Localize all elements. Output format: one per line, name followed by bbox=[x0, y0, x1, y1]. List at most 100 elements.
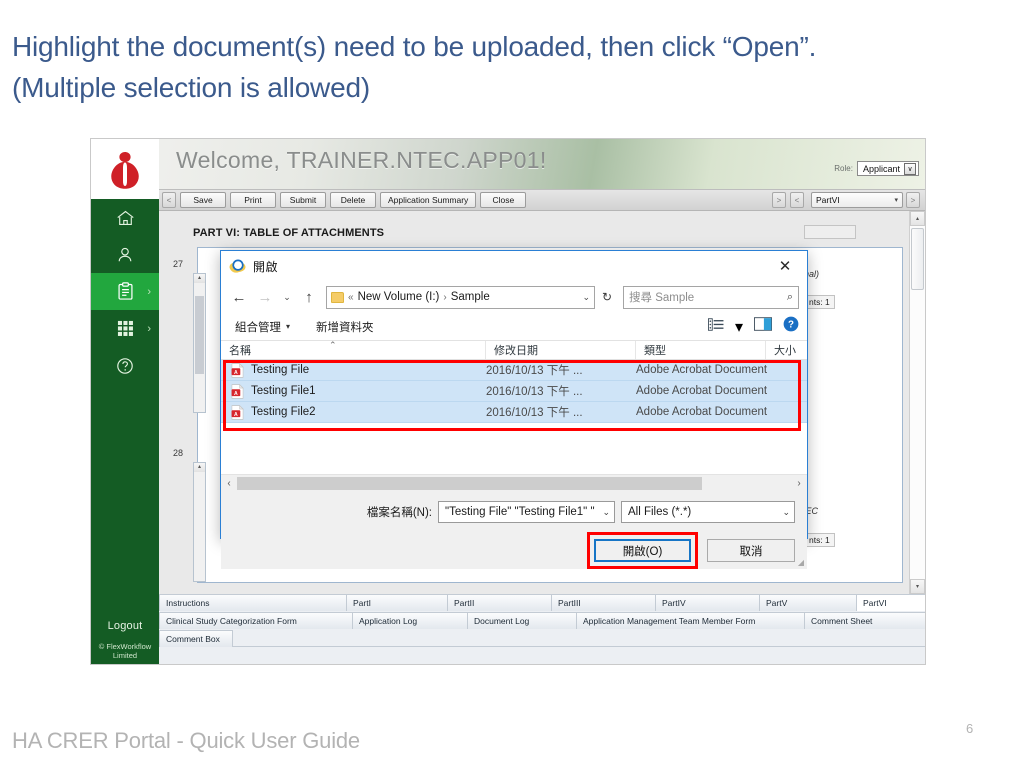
chevron-down-icon[interactable]: ⌄ bbox=[582, 292, 590, 303]
file-date-cell: 2016/10/13 下午 ... bbox=[486, 365, 583, 377]
tab-instructions[interactable]: Instructions bbox=[159, 594, 347, 611]
submit-button[interactable]: Submit bbox=[280, 192, 326, 208]
scroll-thumb[interactable] bbox=[237, 476, 703, 490]
tab-part4[interactable]: PartIV bbox=[655, 594, 760, 611]
chevron-down-icon[interactable]: ▾ bbox=[735, 317, 743, 337]
close-icon[interactable]: ✕ bbox=[763, 251, 807, 281]
scroll-up-arrow[interactable]: ▴ bbox=[194, 274, 205, 283]
sidebar-item-help[interactable] bbox=[91, 347, 159, 384]
print-button[interactable]: Print bbox=[230, 192, 276, 208]
scroll-thumb[interactable] bbox=[195, 296, 204, 374]
file-row[interactable]: A Testing File1 2016/10/13 下午 ... Adobe … bbox=[221, 381, 807, 402]
tab-application-management-team-member-form[interactable]: Application Management Team Member Form bbox=[576, 612, 805, 629]
save-button[interactable]: Save bbox=[180, 192, 226, 208]
dialog-title-bar: 開啟 ✕ bbox=[221, 251, 807, 281]
search-input[interactable]: 搜尋 Sample ⌕ bbox=[623, 285, 799, 309]
breadcrumb-folder[interactable]: Sample bbox=[451, 291, 490, 303]
filename-input[interactable]: "Testing File" "Testing File1" " ⌄ bbox=[438, 501, 615, 523]
help-circle-icon bbox=[116, 357, 134, 375]
file-row[interactable]: A Testing File2 2016/10/13 下午 ... Adobe … bbox=[221, 402, 807, 423]
inner-scrollbar[interactable]: ▴ bbox=[193, 273, 206, 413]
back-button[interactable]: ← bbox=[227, 285, 251, 309]
tab-part1[interactable]: PartI bbox=[346, 594, 448, 611]
forward-button[interactable]: → bbox=[253, 285, 277, 309]
file-list-horizontal-scrollbar[interactable]: ‹ › bbox=[221, 474, 807, 491]
role-value: Applicant bbox=[862, 163, 900, 174]
tab-part6[interactable]: PartVI bbox=[856, 594, 925, 611]
tab-clinical-study-categorization-form[interactable]: Clinical Study Categorization Form bbox=[159, 612, 353, 629]
filename-label: 檔案名稱(N): bbox=[366, 507, 432, 519]
slide: Highlight the document(s) need to be upl… bbox=[0, 0, 1024, 768]
inner-scrollbar[interactable]: ▴ bbox=[193, 462, 206, 582]
file-row[interactable]: A Testing File 2016/10/13 下午 ... Adobe A… bbox=[221, 360, 807, 381]
part-next-button[interactable]: > bbox=[906, 192, 920, 208]
slide-page-number: 6 bbox=[966, 721, 974, 736]
filetype-dropdown[interactable]: All Files (*.*) ⌄ bbox=[621, 501, 795, 523]
delete-button[interactable]: Delete bbox=[330, 192, 376, 208]
open-button-highlight-annotation: 開啟(O) bbox=[587, 532, 698, 569]
open-button[interactable]: 開啟(O) bbox=[594, 539, 691, 562]
org-logo bbox=[91, 139, 159, 199]
view-list-icon[interactable] bbox=[707, 317, 724, 336]
new-folder-button[interactable]: 新增資料夾 bbox=[316, 319, 374, 335]
breadcrumb-overflow[interactable]: « bbox=[348, 292, 354, 303]
help-icon[interactable]: ? bbox=[783, 316, 799, 337]
column-header-size[interactable]: 大小 bbox=[766, 341, 807, 359]
scroll-left-arrow[interactable]: ‹ bbox=[221, 478, 237, 489]
logout-link[interactable]: Logout bbox=[108, 620, 143, 642]
tab-comment-box[interactable]: Comment Box bbox=[159, 630, 233, 647]
column-header-name-label: 名稱 bbox=[229, 345, 251, 357]
internet-explorer-icon bbox=[229, 258, 246, 275]
chevron-right-icon: › bbox=[147, 285, 151, 298]
svg-text:A: A bbox=[234, 390, 238, 396]
sidebar-item-applications[interactable]: › bbox=[91, 273, 159, 310]
tab-row-1: Instructions PartI PartII PartIII PartIV… bbox=[159, 594, 925, 611]
toolbar-scroll-right-button[interactable]: > bbox=[772, 192, 786, 208]
folder-icon bbox=[331, 291, 344, 303]
pointer-arrow-annotation bbox=[771, 664, 861, 665]
role-dropdown[interactable]: Applicant ∨ bbox=[856, 161, 919, 176]
resize-grip[interactable]: ◢ bbox=[798, 558, 804, 567]
close-button[interactable]: Close bbox=[480, 192, 527, 208]
toolbar-scroll-left-button[interactable]: < bbox=[162, 192, 176, 208]
cancel-button[interactable]: 取消 bbox=[707, 539, 795, 562]
sidebar-item-profile[interactable] bbox=[91, 236, 159, 273]
tab-document-log[interactable]: Document Log bbox=[467, 612, 577, 629]
chevron-down-icon[interactable]: ⌄ bbox=[782, 507, 790, 518]
sidebar-item-home[interactable] bbox=[91, 199, 159, 236]
column-header-type[interactable]: 類型 bbox=[636, 341, 766, 359]
up-button[interactable]: ↑ bbox=[297, 285, 321, 309]
scroll-right-arrow[interactable]: › bbox=[791, 478, 807, 489]
part-prev-button[interactable]: < bbox=[790, 192, 804, 208]
sidebar-item-modules[interactable]: › bbox=[91, 310, 159, 347]
file-date-cell: 2016/10/13 下午 ... bbox=[486, 407, 583, 419]
pdf-icon: A bbox=[231, 362, 244, 378]
tab-part2[interactable]: PartII bbox=[447, 594, 552, 611]
column-header-name[interactable]: 名稱 ⌃ bbox=[221, 340, 486, 359]
tab-comment-sheet[interactable]: Comment Sheet bbox=[804, 612, 925, 629]
organize-label: 組合管理 bbox=[235, 321, 281, 334]
preview-pane-icon[interactable] bbox=[754, 317, 772, 336]
organize-button[interactable]: 組合管理 ▾ bbox=[235, 319, 290, 335]
part-dropdown[interactable]: PartVI ▾ bbox=[811, 192, 903, 208]
column-header-date-modified[interactable]: 修改日期 bbox=[486, 341, 636, 359]
address-breadcrumb[interactable]: « New Volume (I:) › Sample ⌄ bbox=[326, 285, 595, 309]
scroll-up-arrow[interactable]: ▴ bbox=[910, 211, 925, 226]
scroll-thumb[interactable] bbox=[911, 228, 924, 290]
role-label: Role: bbox=[834, 164, 853, 173]
tab-part5[interactable]: PartV bbox=[759, 594, 857, 611]
scroll-down-arrow[interactable]: ▾ bbox=[910, 579, 925, 594]
chevron-down-icon[interactable]: ⌄ bbox=[602, 507, 610, 518]
recent-locations-button[interactable]: ⌄ bbox=[279, 285, 295, 309]
dialog-navigation-bar: ← → ⌄ ↑ « New Volume (I:) › Sample ⌄ ↻ 搜… bbox=[221, 281, 807, 313]
app-vertical-scrollbar[interactable]: ▴ ▾ bbox=[909, 211, 925, 594]
scroll-track[interactable] bbox=[237, 476, 791, 490]
refresh-icon[interactable]: ↻ bbox=[597, 290, 617, 304]
tab-part3[interactable]: PartIII bbox=[551, 594, 656, 611]
tab-application-log[interactable]: Application Log bbox=[352, 612, 468, 629]
file-list-area: 名稱 ⌃ 修改日期 類型 大小 A Testing File 2016/10/1… bbox=[221, 340, 807, 491]
application-summary-button[interactable]: Application Summary bbox=[380, 192, 477, 208]
breadcrumb-drive[interactable]: New Volume (I:) bbox=[358, 291, 440, 303]
scroll-up-arrow[interactable]: ▴ bbox=[194, 463, 205, 472]
role-selector[interactable]: Role: Applicant ∨ bbox=[834, 161, 919, 176]
